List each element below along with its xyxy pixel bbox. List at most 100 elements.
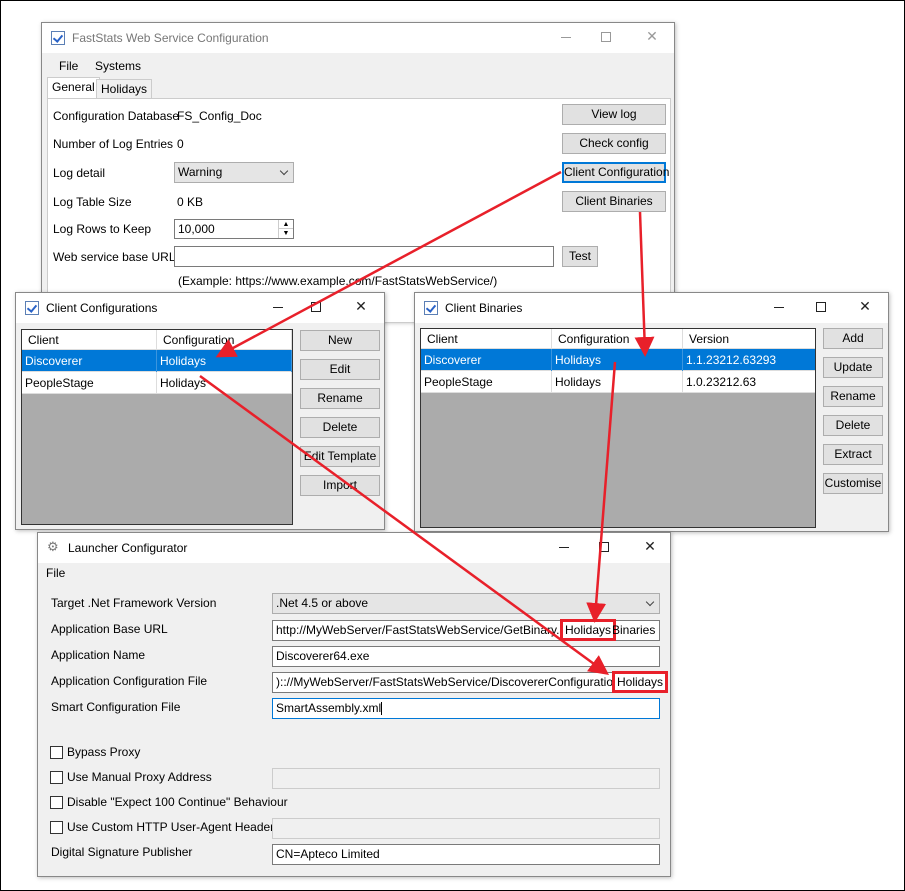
app-check-icon [424,301,438,315]
app-config-input[interactable]: ):://MyWebServer/FastStatsWebService/Dis… [272,671,669,693]
client-configurations-window: Client Configurations ✕ Client Configura… [15,292,385,530]
log-rows-stepper[interactable]: 10,000 ▲ ▼ [174,219,294,239]
expect100-label: Disable "Expect 100 Continue" Behaviour [67,795,288,809]
minimize-icon[interactable] [552,537,576,557]
menu-file[interactable]: File [46,566,65,580]
app-name-value: Discoverer64.exe [276,649,370,663]
num-log-value: 0 [177,137,184,151]
log-rows-label: Log Rows to Keep [53,222,152,236]
grid-header: Client Configuration Version [421,329,815,349]
client-binaries-window: Client Binaries ✕ Client Configuration V… [414,292,889,532]
app-check-icon [25,301,39,315]
custom-agent-input[interactable] [272,818,660,839]
col-client[interactable]: Client [421,329,552,349]
signature-input[interactable]: CN=Apteco Limited [272,844,660,865]
log-detail-label: Log detail [53,166,106,180]
spinner-up-icon[interactable]: ▲ [278,220,293,229]
client-configuration-button[interactable]: Client Configuration [562,162,669,183]
add-button[interactable]: Add [823,328,883,349]
import-button[interactable]: Import [300,475,380,496]
edit-template-button[interactable]: Edit Template [300,446,380,467]
rename-button[interactable]: Rename [300,388,380,409]
close-icon[interactable]: ✕ [638,537,662,557]
text-cursor [381,702,383,716]
rename-button[interactable]: Rename [823,386,883,407]
customise-button[interactable]: Customise [823,473,883,494]
framework-value: .Net 4.5 or above [276,596,369,610]
minimize-icon[interactable] [767,297,791,317]
col-version[interactable]: Version [683,329,815,349]
cell-configuration: Holidays [157,350,292,372]
app-base-url-value: http://MyWebServer/FastStatsWebService/G… [276,623,585,637]
maximize-icon[interactable] [594,27,618,47]
table-row[interactable]: PeopleStage Holidays [22,372,292,394]
bypass-proxy-label: Bypass Proxy [67,745,141,759]
base-url-label: Web service base URL [53,250,176,264]
manual-proxy-label: Use Manual Proxy Address [67,770,212,784]
manual-proxy-input[interactable] [272,768,660,789]
framework-select[interactable]: .Net 4.5 or above [272,593,660,614]
title-bar: Client Binaries ✕ [415,293,888,323]
smart-config-input[interactable]: SmartAssembly.xml [272,698,660,719]
client-binaries-grid[interactable]: Client Configuration Version Discoverer … [420,328,816,528]
check-config-button[interactable]: Check config [562,133,666,154]
close-icon[interactable]: ✕ [640,27,664,47]
cell-configuration: Holidays [157,372,292,394]
window-title: FastStats Web Service Configuration [72,31,269,45]
col-client[interactable]: Client [22,330,157,350]
faststats-config-window: FastStats Web Service Configuration ✕ Fi… [41,22,675,323]
close-icon[interactable]: ✕ [853,297,877,317]
maximize-icon[interactable] [304,297,328,317]
client-binaries-button[interactable]: Client Binaries [562,191,666,212]
app-base-url-label: Application Base URL [51,622,168,636]
menu-systems[interactable]: Systems [95,59,141,73]
signature-label: Digital Signature Publisher [51,845,193,859]
cell-configuration: Holidays [552,349,683,371]
table-row[interactable]: Discoverer Holidays [22,350,292,372]
menu-file[interactable]: File [59,59,78,73]
base-url-input[interactable] [174,246,554,267]
minimize-icon[interactable] [554,27,578,47]
delete-button[interactable]: Delete [823,415,883,436]
gear-icon: ⚙ [47,540,59,555]
view-log-button[interactable]: View log [562,104,666,125]
launcher-configurator-window: ⚙ Launcher Configurator ✕ File Target .N… [37,532,671,877]
spinner-down-icon[interactable]: ▼ [278,229,293,238]
tab-holidays[interactable]: Holidays [96,79,153,99]
title-bar: ⚙ Launcher Configurator ✕ [38,533,670,563]
expect100-checkbox[interactable] [50,796,63,809]
highlight-holidays-config: Holidays [612,671,669,693]
new-button[interactable]: New [300,330,380,351]
cell-client: PeopleStage [421,371,552,393]
bypass-proxy-checkbox[interactable] [50,746,63,759]
framework-label: Target .Net Framework Version [51,596,217,610]
col-configuration[interactable]: Configuration [157,330,292,350]
close-icon[interactable]: ✕ [349,297,373,317]
app-name-input[interactable]: Discoverer64.exe [272,646,660,667]
edit-button[interactable]: Edit [300,359,380,380]
log-detail-value: Warning [178,165,223,179]
window-title: Client Binaries [445,301,523,315]
app-name-label: Application Name [51,648,146,662]
cell-client: Discoverer [421,349,552,371]
highlight-holidays-base: Holidays [560,619,617,641]
maximize-icon[interactable] [592,537,616,557]
manual-proxy-checkbox[interactable] [50,771,63,784]
table-row[interactable]: PeopleStage Holidays 1.0.23212.63 [421,371,815,393]
extract-button[interactable]: Extract [823,444,883,465]
table-row[interactable]: Discoverer Holidays 1.1.23212.63293 [421,349,815,371]
custom-agent-checkbox[interactable] [50,821,63,834]
log-table-label: Log Table Size [53,195,132,209]
client-config-grid[interactable]: Client Configuration Discoverer Holidays… [21,329,293,525]
maximize-icon[interactable] [809,297,833,317]
chevron-down-icon [279,166,289,176]
update-button[interactable]: Update [823,357,883,378]
log-detail-select[interactable]: Warning [174,162,294,183]
window-title: Client Configurations [46,301,158,315]
test-button[interactable]: Test [562,246,598,267]
tab-general[interactable]: General [47,77,100,99]
app-base-url-input[interactable]: http://MyWebServer/FastStatsWebService/G… [272,619,660,641]
delete-button[interactable]: Delete [300,417,380,438]
minimize-icon[interactable] [266,297,290,317]
col-configuration[interactable]: Configuration [552,329,683,349]
